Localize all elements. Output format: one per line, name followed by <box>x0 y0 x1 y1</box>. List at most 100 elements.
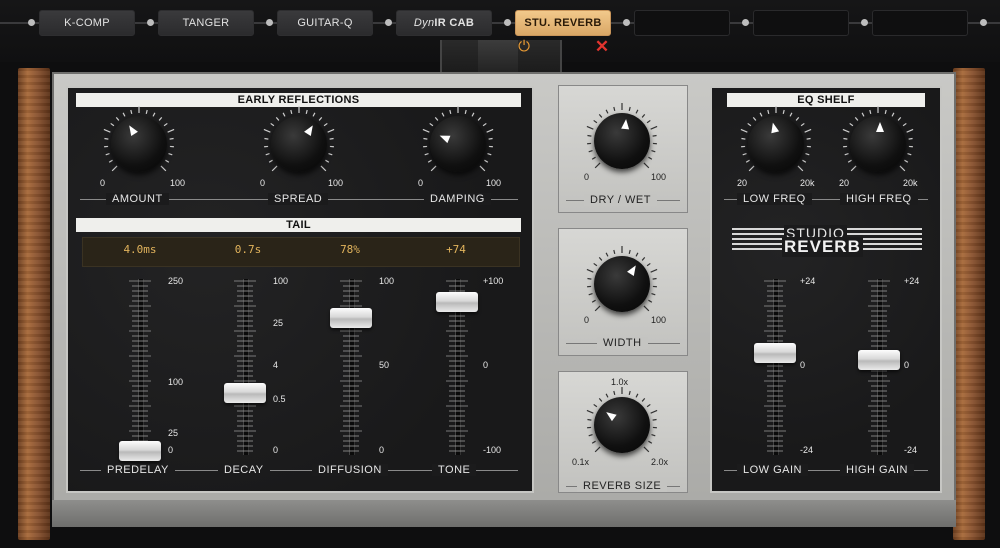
chain-slot-label: K-COMP <box>64 17 110 29</box>
knob-tick <box>586 268 594 273</box>
fader-ticks <box>234 280 256 452</box>
knob-body <box>111 116 167 172</box>
low-gain-fader-cap[interactable] <box>754 342 796 363</box>
amount-knob[interactable] <box>99 104 179 184</box>
knob-tick <box>800 122 805 127</box>
chain-slot-empty[interactable] <box>872 10 968 36</box>
decay-scale-100: 100 <box>273 276 289 286</box>
knob-tick <box>651 293 656 296</box>
high-gain-scale-0: 0 <box>904 360 910 370</box>
chain-dot <box>266 19 273 26</box>
chain-slot-stu-reverb[interactable]: STU. REVERB <box>515 10 611 36</box>
width-knob[interactable] <box>582 244 662 324</box>
knob-tick <box>429 122 434 127</box>
chain-dot <box>980 19 987 26</box>
knob-tick <box>628 390 631 395</box>
low-freq-knob[interactable] <box>736 104 816 184</box>
knob-tick <box>594 305 601 312</box>
diffusion-scale-100: 100 <box>379 276 395 286</box>
knob-tick <box>165 159 170 163</box>
knob-tick <box>169 137 174 140</box>
high-freq-max: 20k <box>903 178 918 188</box>
knob-tick <box>628 249 631 254</box>
tone-fader-cap[interactable] <box>436 291 478 312</box>
knob-tick <box>869 109 872 114</box>
decay-fader-cap[interactable] <box>224 383 266 404</box>
knob-tick <box>270 122 275 127</box>
knob-tick <box>588 293 593 296</box>
knob-tick <box>782 109 785 114</box>
knob-tick <box>593 262 598 267</box>
knob-tick <box>588 150 593 153</box>
knob-tick <box>641 256 646 261</box>
decay-scale-0: 0 <box>273 445 279 455</box>
chain-slot-tanger[interactable]: TANGER <box>158 10 254 36</box>
knob-tick <box>598 256 603 261</box>
chain-slot-empty[interactable] <box>753 10 849 36</box>
knob-tick <box>122 112 126 117</box>
knob-tick <box>752 116 757 121</box>
reverb-size-max: 2.0x <box>651 457 669 467</box>
amount-min: 0 <box>100 178 106 188</box>
fader-ticks <box>764 280 786 452</box>
close-icon[interactable]: ✕ <box>593 38 611 56</box>
knob-tick <box>471 112 475 117</box>
dry-wet-min: 0 <box>584 172 590 182</box>
knob-tick <box>464 109 467 114</box>
knob-tick <box>908 137 913 140</box>
knob-tick <box>145 109 148 114</box>
damping-max: 100 <box>486 178 502 188</box>
width-label: WIDTH <box>597 337 648 349</box>
knob-tick <box>650 125 658 130</box>
knob-pointer <box>125 123 138 137</box>
chain-slot-label: GUITAR-Q <box>297 17 353 29</box>
reverb-size-knob[interactable] <box>582 385 662 465</box>
knob-tick <box>482 122 487 127</box>
knob-tick <box>635 252 639 257</box>
chassis-bottom <box>52 500 956 527</box>
chain-slot-label-prefix: Dyn <box>413 17 435 29</box>
chain-slot-empty[interactable] <box>634 10 730 36</box>
high-gain-scale-minus24: -24 <box>904 445 918 455</box>
knob-tick <box>586 409 594 414</box>
diffusion-scale-50: 50 <box>379 360 390 370</box>
high-freq-knob[interactable] <box>838 104 918 184</box>
knob-tick <box>861 112 865 117</box>
chain-dot <box>147 19 154 26</box>
knob-tick <box>899 165 906 172</box>
knob-tick <box>265 153 270 156</box>
chain-slot-guitar-q[interactable]: GUITAR-Q <box>277 10 373 36</box>
knob-tick <box>641 397 646 402</box>
high-gain-scale-plus24: +24 <box>904 276 920 286</box>
knob-tick <box>110 122 115 127</box>
fader-ticks <box>129 280 151 452</box>
predelay-fader-cap[interactable] <box>119 441 161 462</box>
chain-dot <box>861 19 868 26</box>
knob-tick <box>648 299 653 303</box>
high-gain-fader-cap[interactable] <box>858 349 900 370</box>
knob-tick <box>613 249 616 254</box>
knob-tick <box>167 128 175 133</box>
knob-tick <box>789 112 793 117</box>
chain-slot-k-comp[interactable]: K-COMP <box>39 10 135 36</box>
spread-knob[interactable] <box>259 104 339 184</box>
knob-tick <box>646 119 651 124</box>
chain-dot <box>504 19 511 26</box>
predelay-readout: 4.0ms <box>123 243 157 256</box>
knob-tick <box>897 116 902 121</box>
knob-tick <box>264 137 269 140</box>
knob-tick <box>422 128 430 133</box>
knob-pointer <box>304 123 317 137</box>
knob-tick <box>741 137 746 140</box>
tail-title: TAIL <box>76 218 521 232</box>
decay-scale-0-5: 0.5 <box>273 394 286 404</box>
damping-knob[interactable] <box>418 104 498 184</box>
power-icon[interactable]: ⏻ <box>515 38 533 56</box>
chain-slot-dynir-cab[interactable]: Dyn IR CAB <box>396 10 492 36</box>
damping-label: DAMPING <box>424 193 491 205</box>
diffusion-fader-cap[interactable] <box>330 307 372 328</box>
knob-tick <box>849 122 854 127</box>
dry-wet-knob[interactable] <box>582 101 662 181</box>
knob-tick <box>103 128 111 133</box>
knob-tick <box>434 116 439 121</box>
